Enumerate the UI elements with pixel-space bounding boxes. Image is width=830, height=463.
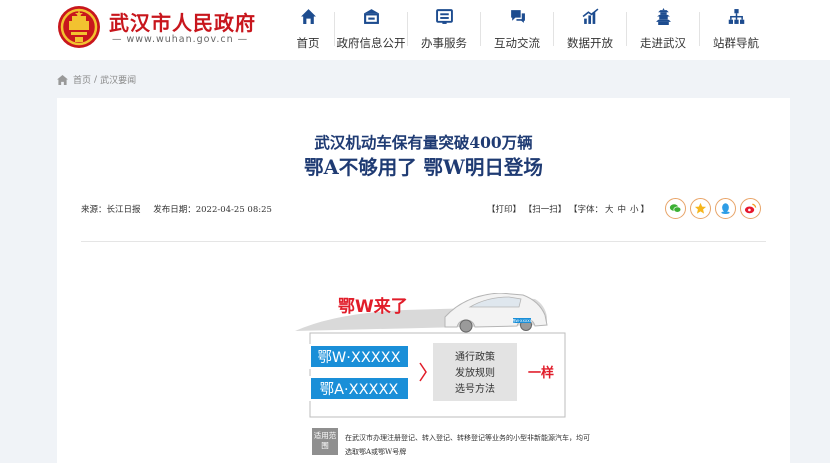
car-plate-text: 鄂W·XXXXX <box>512 318 533 323</box>
building-icon <box>363 9 379 24</box>
nav-sitemap[interactable]: 站群导航 <box>700 8 772 50</box>
wechat-icon <box>669 204 682 213</box>
nav-label: 数据开放 <box>567 36 613 50</box>
nav-label: 走进武汉 <box>640 36 686 50</box>
main-nav: 首页 政府信息公开 办事服务 互动交流 数据开放 走进武汉 站群导航 <box>282 8 772 50</box>
article-meta: 来源：长江日报 发布日期：2022-04-25 08:25 <box>81 203 282 215</box>
figure-same-label: 一样 <box>528 365 554 381</box>
breadcrumb: 首页 / 武汉要闻 <box>57 73 136 86</box>
article-source: 来源：长江日报 <box>81 205 141 215</box>
chat-icon <box>510 10 525 23</box>
share-qzone-button[interactable] <box>690 198 711 219</box>
font-size-medium[interactable]: 中 <box>617 205 626 215</box>
home-icon <box>300 9 316 24</box>
site-title[interactable]: 武汉市人民政府 <box>109 7 256 36</box>
print-link[interactable]: 【打印】 <box>487 205 521 215</box>
article-tools: 【打印】 【扫一扫】 【字体：大中小】 <box>487 203 649 215</box>
scope-text: 在武汉市办理注册登记、转入登记、转移登记等业务的小型非新能源汽车，均可选取鄂A或… <box>345 434 590 456</box>
national-emblem-icon <box>58 6 100 48</box>
breadcrumb-home-link[interactable]: 首页 <box>73 73 91 86</box>
home-icon <box>57 74 68 85</box>
article-divider <box>81 241 766 242</box>
site-url: — www.wuhan.gov.cn — <box>112 34 249 45</box>
article-date: 发布日期：2022-04-25 08:25 <box>153 205 272 215</box>
scan-qr-link[interactable]: 【扫一扫】 <box>524 205 567 215</box>
sitemap-icon <box>728 9 744 24</box>
chart-icon <box>582 8 598 24</box>
qzone-icon <box>694 202 707 214</box>
nav-label: 互动交流 <box>494 36 540 50</box>
article-card: 武汉机动车保有量突破400万辆 鄂A不够用了 鄂W明日登场 来源：长江日报 发布… <box>57 98 790 463</box>
font-size-large[interactable]: 大 <box>605 205 614 215</box>
figure-item: 发放规则 <box>455 366 495 379</box>
nav-label: 政府信息公开 <box>336 36 406 50</box>
service-window-icon <box>435 9 453 24</box>
pagoda-icon <box>655 8 671 25</box>
nav-label: 办事服务 <box>421 36 467 50</box>
scope-tag: 适用范围 <box>312 428 338 455</box>
qq-icon <box>721 203 730 214</box>
nav-label: 首页 <box>296 36 320 50</box>
site-header: 武汉市人民政府 — www.wuhan.gov.cn — 首页 政府信息公开 办… <box>0 0 830 60</box>
breadcrumb-separator: / <box>94 74 98 85</box>
figure-item: 选号方法 <box>455 382 495 395</box>
nav-open-data[interactable]: 数据开放 <box>554 8 626 50</box>
share-qq-button[interactable] <box>715 198 736 219</box>
nav-gov-info[interactable]: 政府信息公开 <box>335 8 407 50</box>
nav-about-wuhan[interactable]: 走进武汉 <box>627 8 699 50</box>
weibo-icon <box>744 203 757 214</box>
article-title-line1: 武汉机动车保有量突破400万辆 <box>314 133 533 152</box>
plate-w-text: 鄂W·XXXXX <box>317 349 400 366</box>
figure-item: 通行政策 <box>455 350 495 363</box>
share-weibo-button[interactable] <box>740 198 761 219</box>
nav-label: 站群导航 <box>713 36 759 50</box>
font-size-prefix: 【字体： <box>568 205 603 215</box>
plate-a-text: 鄂A·XXXXX <box>320 381 399 398</box>
breadcrumb-current-link[interactable]: 武汉要闻 <box>100 73 136 86</box>
font-size-small[interactable]: 小 <box>630 205 639 215</box>
nav-interaction[interactable]: 互动交流 <box>481 8 553 50</box>
share-wechat-button[interactable] <box>665 198 686 219</box>
nav-home[interactable]: 首页 <box>282 8 334 50</box>
nav-services[interactable]: 办事服务 <box>408 8 480 50</box>
font-size-suffix: 】 <box>640 205 650 215</box>
car-illustration: 鄂W·XXXXX <box>295 293 548 333</box>
figure-headline: 鄂W来了 <box>338 296 408 317</box>
article-title-line2: 鄂A不够用了 鄂W明日登场 <box>304 156 543 179</box>
